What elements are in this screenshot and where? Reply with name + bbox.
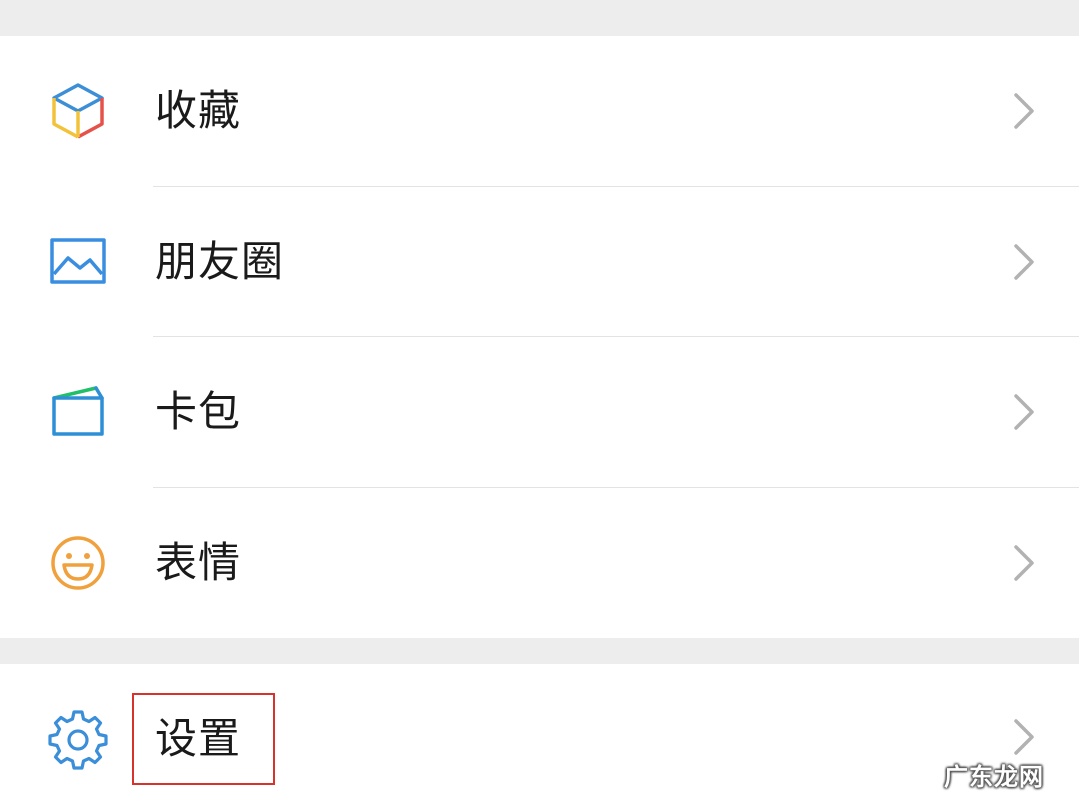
menu-item-label: 设置 [155,714,242,763]
menu-item-favorites[interactable]: 收藏 [0,36,1079,186]
chevron-right-icon [1008,390,1038,434]
menu-item-settings[interactable]: 设置 [0,664,1079,810]
menu-item-moments[interactable]: 朋友圈 [0,187,1079,337]
menu-item-label: 卡包 [155,387,242,436]
menu-item-card-wallet[interactable]: 卡包 [0,337,1079,487]
menu-item-label: 收藏 [155,86,242,135]
menu-item-label: 朋友圈 [155,237,285,286]
chevron-right-icon [1008,89,1038,133]
menu-group-secondary: 设置 [0,664,1079,810]
chevron-right-icon [1008,715,1038,759]
chevron-right-icon [1008,240,1038,284]
card-wallet-icon [46,380,110,444]
top-spacer [0,0,1079,36]
moments-picture-icon [46,230,110,294]
menu-item-label: 表情 [155,538,242,587]
menu-group-primary: 收藏 朋友圈 卡包 表情 [0,36,1079,638]
favorites-cube-icon [46,79,110,143]
menu-item-stickers[interactable]: 表情 [0,488,1079,638]
gear-icon [46,706,110,770]
watermark-text: 广东龙网 [944,763,1044,791]
sticker-smiley-icon [46,531,110,595]
chevron-right-icon [1008,541,1038,585]
